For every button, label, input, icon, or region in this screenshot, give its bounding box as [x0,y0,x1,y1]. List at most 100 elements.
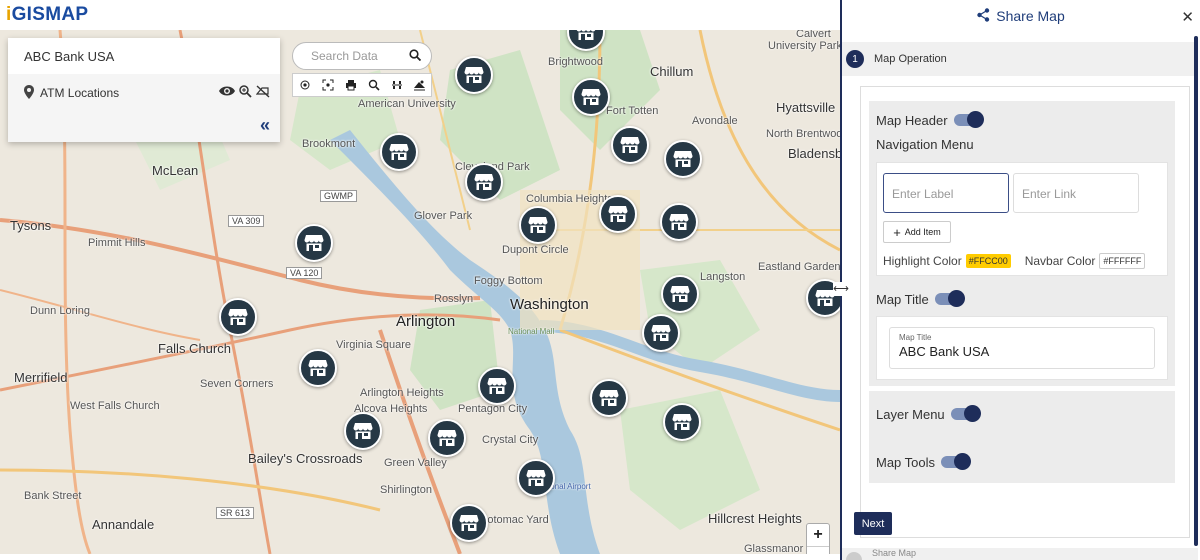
atm-marker[interactable] [661,275,699,313]
map-pin-icon [24,84,36,102]
atm-marker[interactable] [517,459,555,497]
label-langston: Langston [700,271,746,283]
atm-marker[interactable] [599,195,637,233]
label-arlington: Arlington [396,313,456,330]
store-icon [620,136,640,154]
plus-icon: + [893,224,901,240]
step2-number [846,552,862,560]
store-icon [304,234,324,252]
map-header-group: Map Header Navigation Menu Enter Label E… [869,101,1175,386]
label-seven-corners: Seven Corners [200,378,274,390]
atm-marker[interactable] [295,224,333,262]
fit-extent-icon[interactable] [319,76,337,94]
layer-name: ATM Locations [40,86,120,100]
atm-marker[interactable] [478,367,516,405]
label-crystal-city: Crystal City [482,434,539,446]
hide-labels-icon[interactable] [255,85,270,101]
map-tools-toggle[interactable] [941,453,972,470]
search-icon[interactable] [409,48,422,64]
map-title-card: Map Title ABC Bank USA [876,316,1168,380]
atm-marker[interactable] [299,349,337,387]
store-icon [474,173,494,191]
atm-marker[interactable] [455,56,493,94]
add-item-label: Add Item [904,227,941,237]
zoom-search-icon[interactable] [365,76,383,94]
label-washington: Washington [510,296,589,313]
label-hillcrest-heights: Hillcrest Heights [708,511,802,526]
enter-link-input[interactable]: Enter Link [1013,173,1139,213]
label-arlington-heights: Arlington Heights [360,387,444,399]
layer-menu-toggle[interactable] [950,405,981,422]
eye-icon[interactable] [219,85,235,101]
map-header-toggle[interactable] [953,111,984,128]
step-share-map[interactable]: Share Map [842,548,1198,560]
app-root: iGISMAP Brightwood Chillum Hyattsville U… [0,0,1200,560]
navigation-menu-card: Enter Label Enter Link + Add Item Highlig… [876,162,1168,276]
label-pentagon-city: Pentagon City [458,403,528,415]
store-icon [608,205,628,223]
atm-marker[interactable] [519,206,557,244]
color-settings: Highlight Color #FFCC00 Navbar Color #FF… [883,253,1161,269]
atm-marker[interactable] [450,504,488,542]
map-title-input[interactable]: Map Title ABC Bank USA [889,327,1155,369]
map-tools-label: Map Tools [876,454,936,470]
search-input[interactable]: Search Data [292,42,432,70]
igismap-logo[interactable]: iGISMAP [6,4,88,26]
zoom-in-button[interactable]: + [807,524,829,547]
atm-marker[interactable] [611,126,649,164]
map-tools-row: Map Tools [876,451,1168,473]
map-title-caption: Map Title [899,333,932,342]
label-sr-613: SR 613 [216,507,255,519]
layer-row-atm[interactable]: ATM Locations [8,74,280,112]
atm-marker[interactable] [660,203,698,241]
step-label: Map Operation [874,53,947,65]
store-icon [459,514,479,532]
close-icon[interactable]: ✕ [1181,8,1194,26]
store-icon [353,422,373,440]
layer-row-tools [219,85,270,101]
panel-resize-handle[interactable]: ⟷ [833,282,849,296]
atm-marker[interactable] [428,419,466,457]
basemap-icon[interactable] [411,76,429,94]
store-icon [526,469,546,487]
step-number: 1 [846,50,864,68]
zoom-out-button[interactable]: − [807,547,829,555]
store-icon [228,308,248,326]
map-title-row: Map Title [876,288,1168,310]
highlight-color-chip[interactable]: #FFCC00 [965,254,1011,268]
panel-scrollbar[interactable] [1194,36,1198,546]
atm-marker[interactable] [663,403,701,441]
atm-marker[interactable] [380,133,418,171]
label-chillum: Chillum [650,64,694,79]
map-title-toggle[interactable] [934,290,965,307]
atm-marker[interactable] [465,163,503,201]
double-chevron-left-icon[interactable]: « [260,115,270,136]
add-item-button[interactable]: + Add Item [883,221,951,243]
store-icon [651,324,671,342]
atm-marker[interactable] [572,78,610,116]
atm-marker[interactable] [344,412,382,450]
label-bank-street: Bank Street [24,490,82,502]
print-icon[interactable] [342,76,360,94]
label-fort-totten: Fort Totten [606,105,659,117]
label-mclean: McLean [152,163,199,178]
enter-label-input[interactable]: Enter Label [883,173,1009,213]
measure-icon[interactable] [388,76,406,94]
store-icon [815,289,835,307]
label-merrifield: Merrifield [14,370,68,385]
map-title-value: ABC Bank USA [899,344,990,359]
map-footer-strip [0,554,840,560]
label-va-309: VA 309 [228,215,265,227]
atm-marker[interactable] [664,140,702,178]
navbar-color-chip[interactable]: #FFFFFF [1099,253,1146,269]
atm-marker[interactable] [219,298,257,336]
atm-marker[interactable] [590,379,628,417]
zoom-to-layer-icon[interactable] [239,85,252,101]
store-icon [669,213,689,231]
label-west-falls-church: West Falls Church [70,400,160,412]
atm-marker[interactable] [642,314,680,352]
locate-icon[interactable] [296,76,314,94]
step-map-operation[interactable]: 1 Map Operation [842,42,1194,76]
next-button[interactable]: Next [854,512,892,535]
store-icon [672,413,692,431]
